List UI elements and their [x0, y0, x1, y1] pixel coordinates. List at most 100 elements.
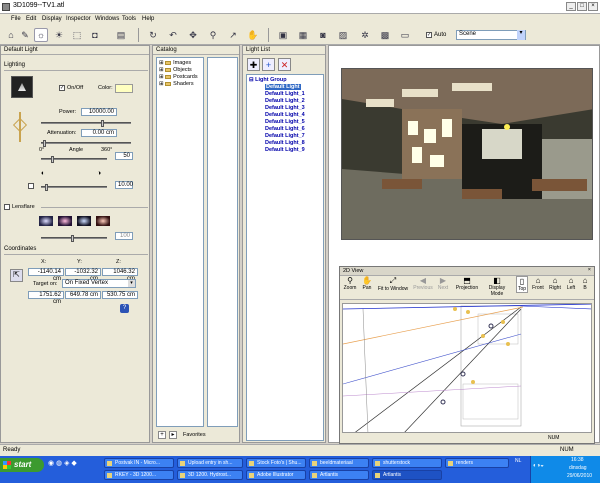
- menu-inspector[interactable]: Inspector: [66, 16, 91, 22]
- 2d-plan-canvas[interactable]: [342, 303, 592, 433]
- task-button[interactable]: renders: [445, 458, 509, 468]
- move-icon[interactable]: ✥: [186, 28, 200, 42]
- right-view-tool[interactable]: ⌂ Right: [548, 276, 562, 291]
- lensflare-input[interactable]: 100: [115, 232, 133, 240]
- task-button[interactable]: RKEY - 3D 1200...: [104, 470, 174, 480]
- render-preview[interactable]: [341, 68, 593, 240]
- task-button[interactable]: Postvak IN - Micro...: [104, 458, 174, 468]
- camera-view-icon[interactable]: ◘: [88, 28, 102, 42]
- angle-input[interactable]: 50: [115, 152, 133, 160]
- power-slider[interactable]: [41, 120, 131, 127]
- menu-tools[interactable]: Tools: [122, 16, 136, 22]
- sun-icon[interactable]: ☀: [52, 28, 66, 42]
- light-item[interactable]: Default Light: [265, 84, 301, 90]
- menu-help[interactable]: Help: [142, 16, 154, 22]
- add-light-button[interactable]: +: [262, 58, 275, 71]
- camera-icon[interactable]: ⌂: [4, 28, 18, 42]
- lensflare-preset-2[interactable]: [58, 216, 72, 226]
- minimize-button[interactable]: _: [566, 2, 576, 11]
- auto-checkbox[interactable]: ✓: [426, 32, 432, 38]
- menu-windows[interactable]: Windows: [95, 16, 119, 22]
- quicklaunch-icons[interactable]: ◉ ◍ ◈ ◆: [48, 460, 77, 467]
- help-button[interactable]: ?: [120, 304, 129, 313]
- task-button[interactable]: shutterstock: [372, 458, 442, 468]
- close-button[interactable]: ×: [588, 2, 598, 11]
- power-input[interactable]: 10000.00: [81, 108, 117, 116]
- task-button[interactable]: Adobe Illustrator: [246, 470, 306, 480]
- attenuation-slider[interactable]: [41, 140, 131, 147]
- render-icon[interactable]: ◙: [316, 28, 330, 42]
- object-icon[interactable]: ⬚: [70, 28, 84, 42]
- favorites-label[interactable]: Favorites: [183, 432, 206, 438]
- menu-display[interactable]: Display: [42, 16, 62, 22]
- start-button[interactable]: start: [0, 458, 44, 472]
- display-mode-tool[interactable]: ◧ Display Mode: [482, 276, 512, 297]
- task-button[interactable]: 3D 1200. Hydrost...: [177, 470, 243, 480]
- photo-icon[interactable]: ▩: [378, 28, 392, 42]
- lensflare-preset-3[interactable]: [77, 216, 91, 226]
- add-button[interactable]: +: [158, 431, 166, 439]
- lensflare-slider[interactable]: [41, 235, 107, 242]
- task-button[interactable]: beeldmateriaal: [309, 458, 369, 468]
- zoom-icon[interactable]: ⚲: [206, 28, 220, 42]
- pan-tool[interactable]: ✋ Pan: [360, 276, 374, 291]
- light-item[interactable]: Default Light_6: [265, 126, 305, 132]
- top-view-tool[interactable]: ▯ Top: [516, 276, 528, 293]
- light-item[interactable]: Default Light_7: [265, 133, 305, 139]
- light-icon[interactable]: ☼: [34, 28, 48, 42]
- lensflare-preset-4[interactable]: [96, 216, 110, 226]
- softness-checkbox[interactable]: [28, 183, 34, 189]
- target-dropdown[interactable]: On Fixed Vertex ▾: [62, 279, 136, 288]
- brush-icon[interactable]: ✎: [18, 28, 32, 42]
- walk-icon[interactable]: ↗: [226, 28, 240, 42]
- light-item[interactable]: Default Light_2: [265, 98, 305, 104]
- tray-icons[interactable]: ◐◑◒: [533, 463, 544, 469]
- menu-edit[interactable]: Edit: [26, 16, 36, 22]
- scene-dropdown[interactable]: Scene ▾: [456, 30, 526, 40]
- light-item[interactable]: Default Light_3: [265, 105, 305, 111]
- settings-icon[interactable]: ✲: [358, 28, 372, 42]
- light-item[interactable]: Default Light_5: [265, 119, 305, 125]
- menu-file[interactable]: File: [11, 16, 21, 22]
- undo-icon[interactable]: ↶: [166, 28, 180, 42]
- attenuation-input[interactable]: 0.00 cm: [81, 129, 117, 137]
- z-input[interactable]: 1046.32 cm: [102, 268, 138, 282]
- onoff-checkbox[interactable]: ✓: [59, 85, 65, 91]
- light-item[interactable]: Default Light_4: [265, 112, 305, 118]
- x-input[interactable]: -1140.14 cm: [28, 268, 64, 282]
- next-tool[interactable]: ▶ Next: [435, 276, 451, 291]
- previous-tool[interactable]: ◀ Previous: [413, 276, 433, 291]
- maximize-button[interactable]: □: [577, 2, 587, 11]
- zoom-tool[interactable]: ⚲ Zoom: [343, 276, 357, 291]
- softness-slider[interactable]: [41, 184, 107, 191]
- task-button[interactable]: Upload entry in sh...: [177, 458, 243, 468]
- pick-position-icon[interactable]: ⇱: [10, 269, 23, 282]
- delete-light-button[interactable]: ✕: [278, 58, 291, 71]
- preview-icon[interactable]: ▨: [336, 28, 350, 42]
- target-y-input[interactable]: 649.78 cm: [65, 291, 101, 299]
- tree-item-shaders[interactable]: ⊞ Shaders: [159, 81, 194, 87]
- light-group[interactable]: ⊟ Light Group: [249, 77, 287, 83]
- tree-item-images[interactable]: ⊞ Images: [159, 60, 191, 66]
- document-icon[interactable]: ▤: [114, 28, 128, 42]
- front-view-tool[interactable]: ⌂ Front: [531, 276, 545, 291]
- light-item[interactable]: Default Light_9: [265, 147, 305, 153]
- task-button[interactable]: Artlantis: [372, 470, 442, 480]
- target-z-input[interactable]: 530.75 cm: [102, 291, 138, 299]
- light-item[interactable]: Default Light_8: [265, 140, 305, 146]
- fit-to-window-tool[interactable]: ⤢ Fit to Window: [376, 276, 410, 292]
- color-swatch[interactable]: [115, 84, 133, 93]
- task-button[interactable]: Stock Foto's | Shu...: [246, 458, 306, 468]
- grid-icon[interactable]: ▦: [296, 28, 310, 42]
- window-icon[interactable]: ▣: [276, 28, 290, 42]
- tree-item-objects[interactable]: ⊞ Objects: [159, 67, 192, 73]
- language-indicator[interactable]: NL: [515, 458, 527, 468]
- projection-tool[interactable]: ⬒ Projection: [454, 276, 480, 291]
- left-view-tool[interactable]: ⌂ Left: [565, 276, 577, 291]
- tree-item-postcards[interactable]: ⊞ Postcards: [159, 74, 198, 80]
- task-button[interactable]: Artlantis: [309, 470, 369, 480]
- close-icon[interactable]: ×: [588, 267, 591, 273]
- y-input[interactable]: -1032.32 cm: [65, 268, 101, 282]
- lensflare-preset-1[interactable]: [39, 216, 53, 226]
- arrow-icon[interactable]: ▸: [169, 431, 177, 439]
